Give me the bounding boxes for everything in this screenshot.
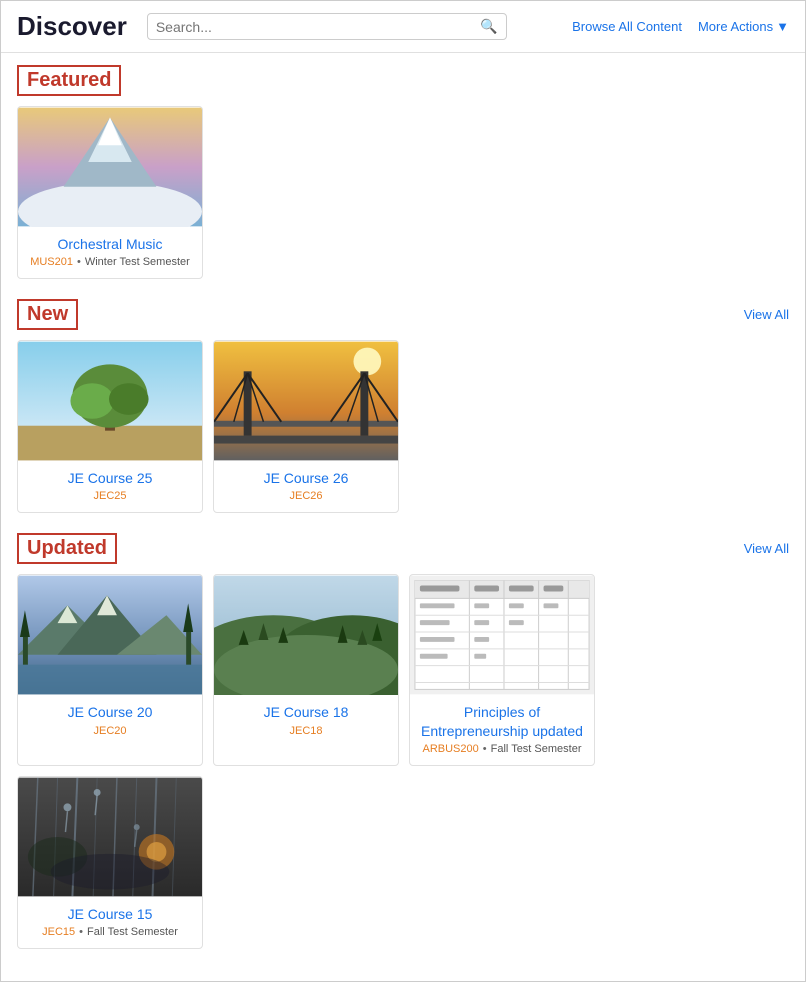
card-title: JE Course 18 [220,703,392,721]
card-body: JE Course 25 JEC25 [18,461,202,502]
card-sub: MUS201 • Winter Test Semester [24,256,196,268]
card-image-lake [18,575,202,695]
card-principles-entrepreneurship[interactable]: Principles of Entrepreneurship updated A… [409,574,595,765]
featured-section: Featured [17,65,789,279]
search-icon: 🔍 [480,18,497,35]
card-image-mountain [18,107,202,227]
card-sub: JEC15 • Fall Test Semester [24,926,196,938]
card-image-table [410,575,594,695]
card-body: JE Course 15 JEC15 • Fall Test Semester [18,897,202,938]
card-body: JE Course 18 JEC18 [214,695,398,736]
page-header: Discover 🔍 Browse All Content More Actio… [1,1,805,53]
card-je-course-26[interactable]: JE Course 26 JEC26 [213,340,399,513]
page-title: Discover [17,11,127,42]
card-orchestral-music[interactable]: Orchestral Music MUS201 • Winter Test Se… [17,106,203,279]
card-body: Principles of Entrepreneurship updated A… [410,695,594,754]
card-sub: JEC20 [24,725,196,737]
updated-section: Updated View All [17,533,789,949]
header-links: Browse All Content More Actions ▼ [572,19,789,34]
new-section: New View All [17,299,789,513]
card-je-course-15[interactable]: JE Course 15 JEC15 • Fall Test Semester [17,776,203,949]
card-title: JE Course 20 [24,703,196,721]
new-view-all-link[interactable]: View All [744,307,789,322]
card-body: Orchestral Music MUS201 • Winter Test Se… [18,227,202,268]
browse-all-link[interactable]: Browse All Content [572,19,682,34]
updated-header: Updated View All [17,533,789,564]
updated-view-all-link[interactable]: View All [744,541,789,556]
card-title: JE Course 15 [24,905,196,923]
featured-title: Featured [17,65,121,96]
chevron-down-icon: ▼ [776,19,789,34]
card-title: Orchestral Music [24,235,196,253]
new-header: New View All [17,299,789,330]
card-title: Principles of Entrepreneurship updated [416,703,588,739]
card-image-bridge [214,341,398,461]
card-image-hills [214,575,398,695]
card-sub: JEC18 [220,725,392,737]
updated-title: Updated [17,533,117,564]
card-je-course-20[interactable]: JE Course 20 JEC20 [17,574,203,765]
updated-cards-row: JE Course 20 JEC20 [17,574,789,949]
card-title: JE Course 26 [220,469,392,487]
card-title: JE Course 25 [24,469,196,487]
card-sub: JEC25 [24,490,196,502]
card-image-tree [18,341,202,461]
card-sub: ARBUS200 • Fall Test Semester [416,743,588,755]
card-je-course-25[interactable]: JE Course 25 JEC25 [17,340,203,513]
more-actions-button[interactable]: More Actions ▼ [698,19,789,34]
search-input[interactable] [156,19,481,35]
card-sub: JEC26 [220,490,392,502]
featured-cards-row: Orchestral Music MUS201 • Winter Test Se… [17,106,789,279]
card-image-rain [18,777,202,897]
search-container: 🔍 [147,13,507,40]
new-cards-row: JE Course 25 JEC25 [17,340,789,513]
card-body: JE Course 26 JEC26 [214,461,398,502]
card-body: JE Course 20 JEC20 [18,695,202,736]
card-je-course-18[interactable]: JE Course 18 JEC18 [213,574,399,765]
new-title: New [17,299,78,330]
main-content: Featured [1,53,805,981]
featured-header: Featured [17,65,789,96]
